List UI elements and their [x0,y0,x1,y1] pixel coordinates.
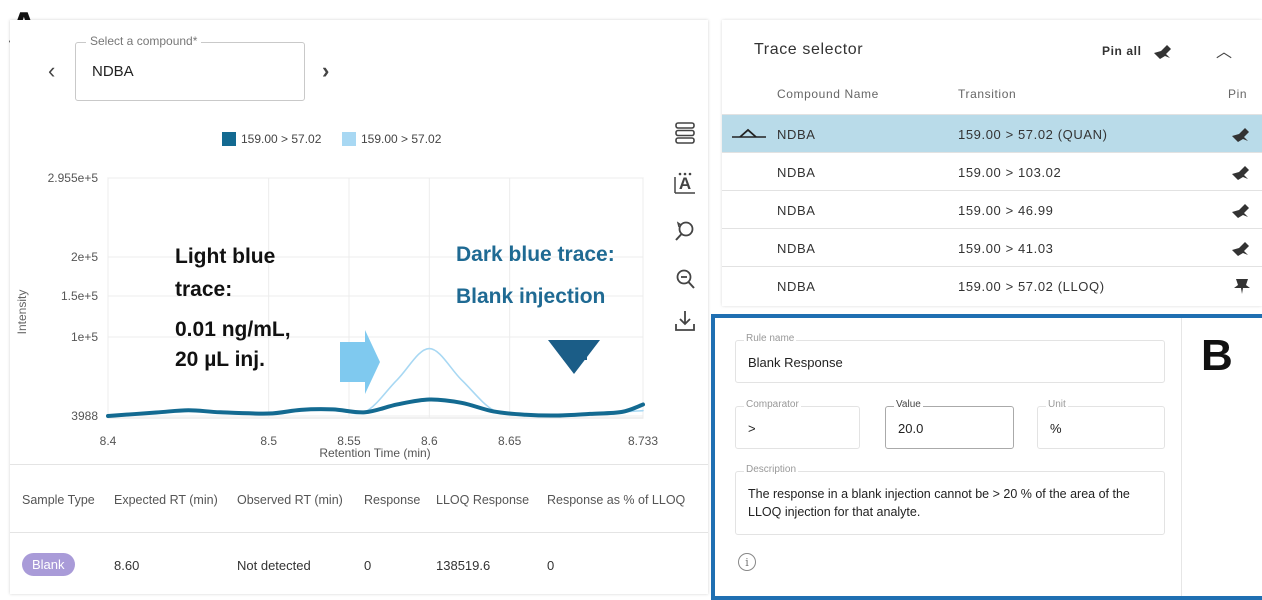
col-header-pin: Pin [1228,87,1248,101]
trace-transition: 159.00 > 41.03 [958,240,1054,256]
y-tick-label: 2.955e+5 [48,171,99,185]
comparator-value: > [748,421,756,436]
pin-icon[interactable] [1230,163,1254,181]
annotation-light-3: 0.01 ng/mL, [175,318,291,341]
light-blue-arrow [340,330,380,394]
dark-blue-trace [106,397,645,418]
peak-icon [732,128,766,138]
pin-all-icon [1153,45,1171,59]
col-header-transition: Transition [958,87,1017,101]
col-header-compound: Compound Name [777,87,879,101]
unit-field[interactable]: Unit % [1037,399,1165,449]
pin-all-button[interactable]: Pin all [1102,42,1176,60]
zoom-out-icon[interactable] [672,266,698,292]
x-axis-label: Retention Time (min) [319,446,430,460]
cell-lloq-response: 138519.6 [436,558,491,573]
rule-panel: B Rule name Blank Response Comparator > … [711,314,1262,600]
trace-row[interactable]: NDBA 159.00 > 103.02 [722,152,1262,191]
x-tick-label: 8.4 [100,434,117,448]
cell-expected-rt: 8.60 [114,558,140,573]
compound-select-label: Select a compound* [86,34,202,48]
value-label: Value [894,399,923,410]
compound-select[interactable]: Select a compound* NDBA [75,34,305,101]
collapse-icon[interactable]: ︿ [1216,38,1232,62]
rule-name-label: Rule name [744,333,797,344]
dark-arrow-head [548,340,600,374]
trace-compound: NDBA [777,278,816,294]
trace-transition: 159.00 > 57.02 (QUAN) [958,126,1108,142]
trace-transition: 159.00 > 103.02 [958,164,1062,180]
rule-name-value: Blank Response [748,355,843,370]
trace-selector-panel: Trace selector Pin all ︿ Compound Name T… [722,20,1262,306]
y-tick-label: 1.5e+5 [61,289,98,303]
annotation-light-2: trace: [175,278,233,301]
comparator-field[interactable]: Comparator > [735,399,860,449]
pin-icon[interactable] [1230,125,1254,143]
svg-text:A: A [679,174,691,193]
th-response: Response [364,493,421,507]
trace-row[interactable]: NDBA 159.00 > 57.02 (LLOQ) [722,266,1262,305]
trace-row[interactable]: NDBA 159.00 > 41.03 [722,228,1262,267]
y-tick-label: 2e+5 [71,250,98,264]
x-tick-label: 8.5 [260,434,277,448]
previous-compound-button[interactable]: ‹ [48,58,55,84]
download-icon[interactable] [672,308,698,334]
table-row[interactable]: Blank 8.60 Not detected 0 138519.6 0 [10,533,708,591]
next-compound-button[interactable]: › [322,58,329,84]
value-field[interactable]: Value 20.0 [885,399,1014,449]
trace-row[interactable]: NDBA 159.00 > 46.99 [722,190,1262,229]
unit-value: % [1050,421,1062,436]
y-axis-label: Intensity [15,290,29,335]
description-field[interactable]: Description The response in a blank inje… [735,464,1165,535]
trace-compound: NDBA [777,126,816,142]
th-sample-type: Sample Type [22,493,95,507]
pin-all-label: Pin all [1102,44,1142,58]
th-response-pct: Response as % of LLOQ [547,493,686,507]
rule-name-field[interactable]: Rule name Blank Response [735,333,1165,383]
info-icon[interactable]: i [738,553,756,571]
cell-response-pct: 0 [547,558,555,573]
status-badge: Blank [22,553,75,576]
pushpin-icon[interactable] [1230,277,1254,295]
th-expected-rt: Expected RT (min) [114,493,218,507]
pin-icon[interactable] [1230,201,1254,219]
info-icon-glyph: i [745,555,749,569]
cell-observed-rt: Not detected [237,558,311,573]
annotation-light-1: Light blue [175,245,276,268]
trace-transition: 159.00 > 46.99 [958,202,1054,218]
annotation-dark-1: Dark blue trace: [456,243,615,266]
zoom-reset-icon[interactable] [672,218,698,244]
x-tick-label: 8.65 [498,434,522,448]
description-line-1: The response in a blank injection cannot… [748,487,1130,501]
menu-icon[interactable] [672,120,698,146]
panel-label-b: B [1201,331,1233,380]
chromatogram-panel: ‹ Select a compound* NDBA › 159.00 > 57.… [10,20,708,594]
trace-transition: 159.00 > 57.02 (LLOQ) [958,278,1105,294]
value-value: 20.0 [898,421,924,436]
unit-label: Unit [1046,399,1068,410]
table-divider [10,464,708,465]
compound-select-value: NDBA [92,63,134,80]
annotation-light-4: 20 µL inj. [175,348,265,371]
comparator-label: Comparator [744,399,801,410]
y-tick-label: 3988 [71,409,98,423]
trace-selector-title: Trace selector [754,41,864,58]
th-lloq-response: LLOQ Response [436,493,530,507]
th-observed-rt: Observed RT (min) [237,493,343,507]
peak-label-icon[interactable]: A [672,170,698,196]
rule-panel-divider [1181,318,1182,596]
trace-compound: NDBA [777,240,816,256]
pin-icon[interactable] [1230,239,1254,257]
cell-response: 0 [364,558,372,573]
description-label: Description [744,464,799,475]
description-line-2: LLOQ injection for that analyte. [748,505,921,519]
trace-compound: NDBA [777,202,816,218]
trace-compound: NDBA [777,164,816,180]
x-tick-label: 8.733 [628,434,658,448]
annotation-dark-2: Blank injection [456,285,606,308]
y-tick-label: 1e+5 [71,330,98,344]
trace-row[interactable]: NDBA 159.00 > 57.02 (QUAN) [722,114,1262,153]
